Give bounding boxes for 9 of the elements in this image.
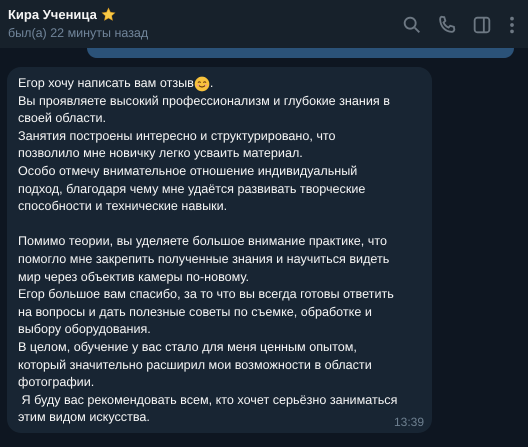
star-icon — [100, 7, 116, 22]
call-button[interactable] — [436, 13, 458, 35]
message-text: Егор хочу написать вам отзыв — [18, 75, 194, 92]
last-seen-status: был(а) 22 минуты назад — [8, 25, 150, 42]
phone-icon — [436, 14, 458, 36]
message-text: . — [210, 75, 214, 92]
smiley-icon — [194, 76, 210, 92]
message-time: 13:39 — [394, 414, 424, 429]
chat-title: Кира Ученица — [8, 6, 97, 24]
